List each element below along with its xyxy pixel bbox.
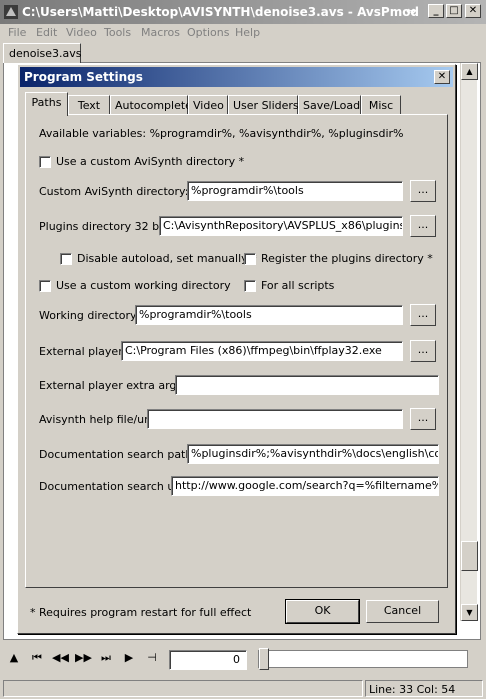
tab-denoise3[interactable]: denoise3.avs (3, 43, 81, 63)
scroll-thumb[interactable] (461, 541, 478, 571)
maximize-button[interactable]: □ (446, 4, 462, 18)
external-player-args-input[interactable] (175, 375, 439, 395)
working-dir-input[interactable]: %programdir%\tools (135, 305, 403, 325)
crop-icon[interactable]: ⊣ (144, 651, 160, 664)
tab-autocomplete[interactable]: Autocomplete (110, 95, 192, 115)
menu-file[interactable]: File (8, 26, 26, 39)
next-second-icon[interactable]: ▶ (121, 651, 137, 664)
use-custom-working-label: Use a custom working directory (56, 279, 231, 292)
video-slider-thumb[interactable] (259, 648, 269, 670)
ok-button[interactable]: OK (285, 599, 360, 624)
external-player-label: External player: (39, 345, 127, 358)
external-player-browse-button[interactable]: ... (410, 340, 436, 362)
custom-avisynth-dir-browse-button[interactable]: ... (410, 180, 436, 202)
scroll-down-icon[interactable]: ▼ (461, 604, 478, 621)
scroll-up-icon[interactable]: ▲ (461, 63, 478, 80)
menu-options[interactable]: Options (187, 26, 229, 39)
first-frame-icon[interactable]: ⏮ (29, 651, 45, 665)
tab-misc[interactable]: Misc (361, 95, 401, 115)
working-dir-browse-button[interactable]: ... (410, 304, 436, 326)
plugins-dir-label: Plugins directory 32 bit: (39, 220, 171, 233)
menu-edit[interactable]: Edit (36, 26, 57, 39)
register-plugins-checkbox[interactable] (244, 253, 256, 265)
plugins-dir-input[interactable]: C:\AvisynthRepository\AVSPLUS_x86\plugin… (159, 216, 403, 236)
avspmod-app-icon[interactable] (3, 4, 19, 20)
menu-video[interactable]: Video (66, 26, 97, 39)
resize-arrows-icon[interactable]: ⇔ (402, 4, 420, 18)
status-line-col: Line: 33 Col: 54 (365, 680, 483, 697)
tab-video[interactable]: Video (188, 95, 228, 115)
editor-scrollbar[interactable]: ▲ ▼ (460, 63, 478, 621)
window-title: C:\Users\Matti\Desktop\AVISYNTH\denoise3… (22, 5, 420, 19)
paths-panel: Available variables: %programdir%, %avis… (25, 114, 448, 588)
help-file-browse-button[interactable]: ... (410, 408, 436, 430)
dialog-title: Program Settings (24, 70, 143, 84)
for-all-scripts-checkbox[interactable] (244, 280, 256, 292)
restart-footnote: * Requires program restart for full effe… (30, 606, 252, 619)
program-settings-dialog: Program Settings ✕ Paths Text Autocomple… (17, 64, 456, 634)
working-dir-label: Working directory: (39, 309, 140, 322)
available-variables-text: Available variables: %programdir%, %avis… (39, 127, 404, 140)
register-plugins-label: Register the plugins directory * (261, 252, 433, 265)
dialog-close-button[interactable]: ✕ (434, 70, 450, 84)
menu-tools[interactable]: Tools (104, 26, 131, 39)
doc-search-paths-label: Documentation search paths: (39, 448, 202, 461)
disable-autoload-label: Disable autoload, set manually * (77, 252, 257, 265)
window-titlebar: C:\Users\Matti\Desktop\AVISYNTH\denoise3… (0, 0, 486, 24)
custom-avisynth-dir-label: Custom AviSynth directory: * (39, 185, 198, 198)
use-custom-working-checkbox[interactable] (39, 280, 51, 292)
play-icon[interactable]: ▲ (6, 651, 22, 664)
tab-text[interactable]: Text (68, 95, 110, 115)
use-custom-avisynth-checkbox[interactable] (39, 156, 51, 168)
tab-user-sliders[interactable]: User Sliders (228, 95, 299, 115)
dialog-titlebar: Program Settings ✕ (20, 67, 453, 87)
doc-search-url-input[interactable]: http://www.google.com/search?q=%filterna… (171, 476, 439, 496)
use-custom-avisynth-label: Use a custom AviSynth directory * (56, 155, 245, 168)
doc-search-url-label: Documentation search url: (39, 480, 186, 493)
menu-bar: File Edit Video Tools Macros Options Hel… (0, 24, 486, 42)
prev-second-icon[interactable]: ◀◀ (52, 651, 69, 664)
next-frame-icon[interactable]: ⏭ (98, 651, 114, 665)
prev-frame-icon[interactable]: ▶▶ (75, 651, 92, 664)
status-message (3, 680, 363, 697)
video-slider-track[interactable] (258, 650, 468, 668)
menu-macros[interactable]: Macros (141, 26, 180, 39)
custom-avisynth-dir-input[interactable]: %programdir%\tools (187, 181, 403, 201)
cancel-button[interactable]: Cancel (366, 600, 439, 623)
for-all-scripts-label: For all scripts (261, 279, 335, 292)
doc-search-paths-input[interactable]: %pluginsdir%;%avisynthdir%\docs\english\… (187, 444, 439, 464)
tab-paths[interactable]: Paths (25, 92, 68, 116)
plugins-dir-browse-button[interactable]: ... (410, 215, 436, 237)
disable-autoload-checkbox[interactable] (60, 253, 72, 265)
minimize-button[interactable]: _ (428, 4, 444, 18)
help-file-label: Avisynth help file/url: (39, 413, 156, 426)
external-player-args-label: External player extra args: (39, 379, 186, 392)
close-window-button[interactable]: ✕ (465, 4, 481, 18)
menu-help[interactable]: Help (235, 26, 260, 39)
tab-save-load[interactable]: Save/Load (298, 95, 361, 115)
help-file-input[interactable] (147, 409, 403, 429)
frame-number-input[interactable]: 0 (169, 650, 247, 670)
external-player-input[interactable]: C:\Program Files (x86)\ffmpeg\bin\ffplay… (121, 341, 403, 361)
